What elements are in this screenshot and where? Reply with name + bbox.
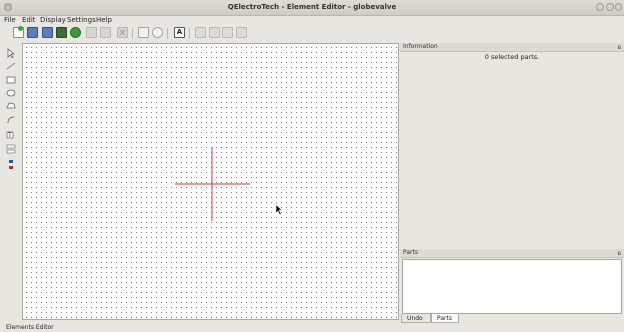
delete-icon[interactable] xyxy=(117,27,128,38)
rectangle-icon[interactable] xyxy=(6,76,16,84)
dock-float-icon[interactable]: อ xyxy=(617,250,621,258)
window-title: QElectroTech - Element Editor - globeval… xyxy=(227,3,397,11)
pointer-icon[interactable] xyxy=(6,48,16,59)
polygon-icon[interactable] xyxy=(6,102,16,110)
svg-text:T: T xyxy=(7,132,12,139)
selection-status: 0 selected parts. xyxy=(484,53,540,61)
toolbar-separator xyxy=(167,28,168,39)
ellipse-icon[interactable] xyxy=(6,89,16,97)
zoom-in-icon[interactable] xyxy=(152,27,163,38)
menu-display[interactable]: Display xyxy=(40,16,66,24)
maximize-button[interactable] xyxy=(606,3,614,11)
save-all-icon[interactable] xyxy=(56,27,67,38)
text-field-tool-icon[interactable] xyxy=(6,160,16,169)
parts-dock-header: Parts อ xyxy=(400,249,624,258)
title-bar: QElectroTech - Element Editor - globeval… xyxy=(0,0,624,16)
text-icon[interactable]: T xyxy=(6,130,16,139)
save-as-icon[interactable] xyxy=(42,27,53,38)
menu-settings[interactable]: Settings xyxy=(67,16,96,24)
information-body: 0 selected parts. xyxy=(400,52,624,247)
main-toolbar: A xyxy=(0,26,624,42)
tab-undo[interactable]: Undo xyxy=(401,314,431,323)
tab-parts[interactable]: Parts xyxy=(431,314,459,323)
line-icon[interactable] xyxy=(6,62,16,70)
minimize-button[interactable] xyxy=(596,3,604,11)
copy-icon[interactable] xyxy=(195,27,206,38)
information-dock-header: Information อ xyxy=(400,43,624,52)
toolbar-separator xyxy=(189,28,190,39)
parts-title: Parts xyxy=(403,249,418,256)
menu-edit[interactable]: Edit xyxy=(22,16,36,24)
information-title: Information xyxy=(403,43,438,50)
close-button[interactable] xyxy=(615,3,622,11)
mouse-cursor-icon xyxy=(275,204,283,216)
redo-icon[interactable] xyxy=(100,27,111,38)
parts-dock: Parts อ xyxy=(400,249,624,314)
toolbar-separator xyxy=(132,28,133,39)
status-bar: Elements Editor xyxy=(6,324,54,331)
element-canvas[interactable] xyxy=(22,43,399,320)
zoom-fit-icon[interactable] xyxy=(138,27,149,38)
terminal-icon[interactable] xyxy=(6,144,16,154)
menu-help[interactable]: Help xyxy=(96,16,112,24)
information-dock: Information อ 0 selected parts. xyxy=(400,43,624,247)
paste-icon[interactable] xyxy=(209,27,220,38)
parts-list[interactable] xyxy=(402,259,622,314)
reload-icon[interactable] xyxy=(70,27,81,38)
paste-area-icon[interactable] xyxy=(222,27,233,38)
menu-file[interactable]: File xyxy=(4,16,16,24)
canvas-overlay xyxy=(175,147,283,221)
menu-bar: File Edit Display Settings Help xyxy=(0,15,624,26)
text-field-icon[interactable]: A xyxy=(174,27,185,38)
dock-float-icon[interactable]: อ xyxy=(617,44,621,52)
undo-icon[interactable] xyxy=(86,27,97,38)
save-icon[interactable] xyxy=(27,27,38,38)
parts-toolbar: T xyxy=(2,44,20,320)
select-all-icon[interactable] xyxy=(236,27,247,38)
arc-icon[interactable] xyxy=(6,116,16,124)
new-icon[interactable] xyxy=(13,26,24,38)
